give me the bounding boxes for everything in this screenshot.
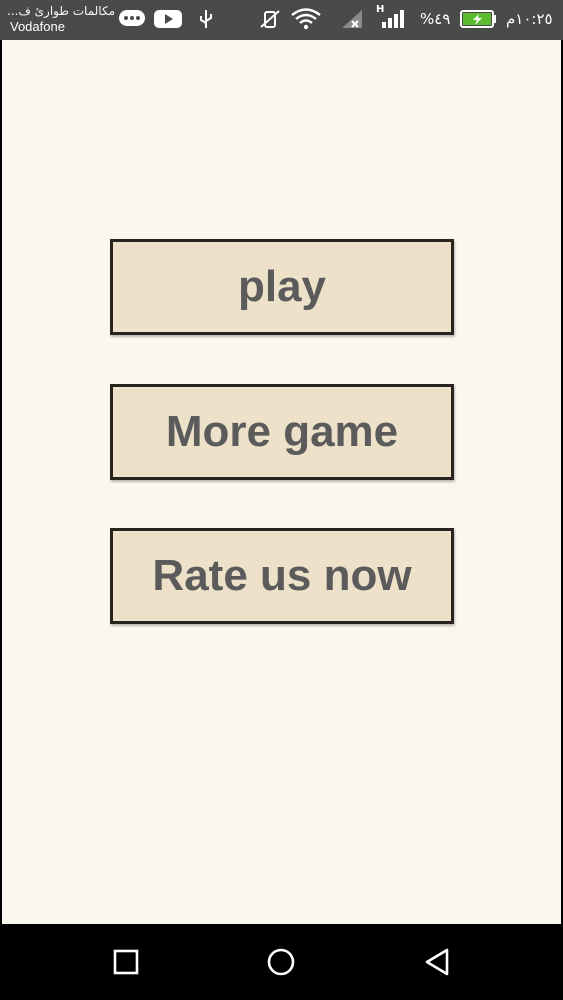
more-games-button[interactable]: More game: [110, 384, 454, 480]
signal-icon: H: [376, 4, 408, 30]
home-icon[interactable]: [263, 944, 299, 980]
usb-icon: [196, 8, 216, 30]
recent-apps-icon[interactable]: [108, 944, 144, 980]
emergency-calls-text: مكالمات طوارئ ف...: [6, 4, 115, 18]
back-icon[interactable]: [420, 944, 456, 980]
chat-bubble-icon: [118, 8, 146, 30]
navigation-bar: [0, 924, 563, 1000]
battery-percentage: %٤٩: [420, 10, 451, 28]
battery-charging-icon: [460, 8, 498, 30]
network-type: H: [376, 4, 385, 15]
play-button[interactable]: play: [110, 239, 454, 335]
youtube-icon: [153, 8, 183, 30]
wifi-icon: [290, 8, 322, 30]
carrier-name: Vodafone: [10, 19, 65, 34]
clock: ١٠:٢٥م: [506, 10, 553, 28]
status-left: مكالمات طوارئ ف... Vodafone: [6, 3, 115, 35]
game-menu-screen: play More game Rate us now: [2, 40, 561, 924]
rate-us-button[interactable]: Rate us now: [110, 528, 454, 624]
status-bar: مكالمات طوارئ ف... Vodafone H %٤٩ ١٠:٢٥م: [0, 0, 563, 40]
vibrate-off-icon: [258, 8, 282, 30]
no-sim-signal-icon: [340, 8, 366, 30]
